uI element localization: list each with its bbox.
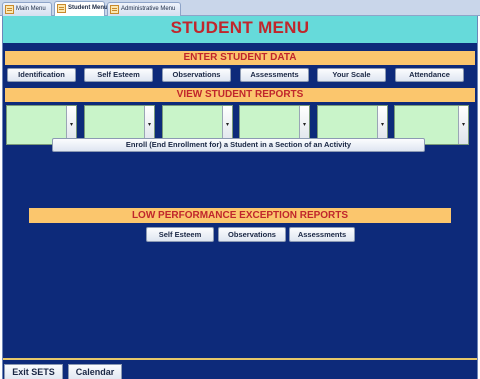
identification-button[interactable]: Identification [7, 68, 76, 82]
student-menu-form: STUDENT MENU ENTER STUDENT DATA Identifi… [2, 16, 478, 379]
low-observations-button[interactable]: Observations [218, 227, 286, 242]
form-icon [110, 5, 119, 14]
form-footer: Exit SETS Calendar [3, 358, 477, 379]
view-student-reports-heading: VIEW STUDENT REPORTS [5, 88, 475, 102]
your-scale-button[interactable]: Your Scale [317, 68, 386, 82]
calendar-button[interactable]: Calendar [68, 364, 122, 379]
low-assessments-button[interactable]: Assessments [289, 227, 355, 242]
tab-student-menu-label: Student Menu [68, 5, 108, 11]
observations-button[interactable]: Observations [162, 68, 231, 82]
assessments-button[interactable]: Assessments [240, 68, 309, 82]
tab-main-menu[interactable]: Main Menu [2, 2, 52, 16]
page-title: STUDENT MENU [170, 18, 310, 37]
tab-administrative-menu[interactable]: Administrative Menu [107, 2, 181, 16]
low-self-esteem-button[interactable]: Self Esteem [146, 227, 214, 242]
form-icon [5, 5, 14, 14]
form-header: STUDENT MENU [3, 16, 477, 43]
dropdown-arrow-icon[interactable]: ▾ [458, 106, 468, 144]
tab-student-menu[interactable]: Student Menu [54, 1, 108, 17]
self-esteem-button[interactable]: Self Esteem [84, 68, 153, 82]
low-performance-reports-heading: LOW PERFORMANCE EXCEPTION REPORTS [29, 208, 451, 223]
exit-sets-button[interactable]: Exit SETS [4, 364, 63, 379]
enroll-student-button[interactable]: Enroll (End Enrollment for) a Student in… [52, 138, 425, 152]
attendance-button[interactable]: Attendance [395, 68, 464, 82]
form-icon [57, 4, 66, 13]
document-tab-bar: Main Menu Student Menu Administrative Me… [0, 0, 480, 17]
tab-main-menu-label: Main Menu [16, 6, 46, 12]
enter-student-data-heading: ENTER STUDENT DATA [5, 51, 475, 65]
tab-administrative-menu-label: Administrative Menu [121, 6, 176, 12]
